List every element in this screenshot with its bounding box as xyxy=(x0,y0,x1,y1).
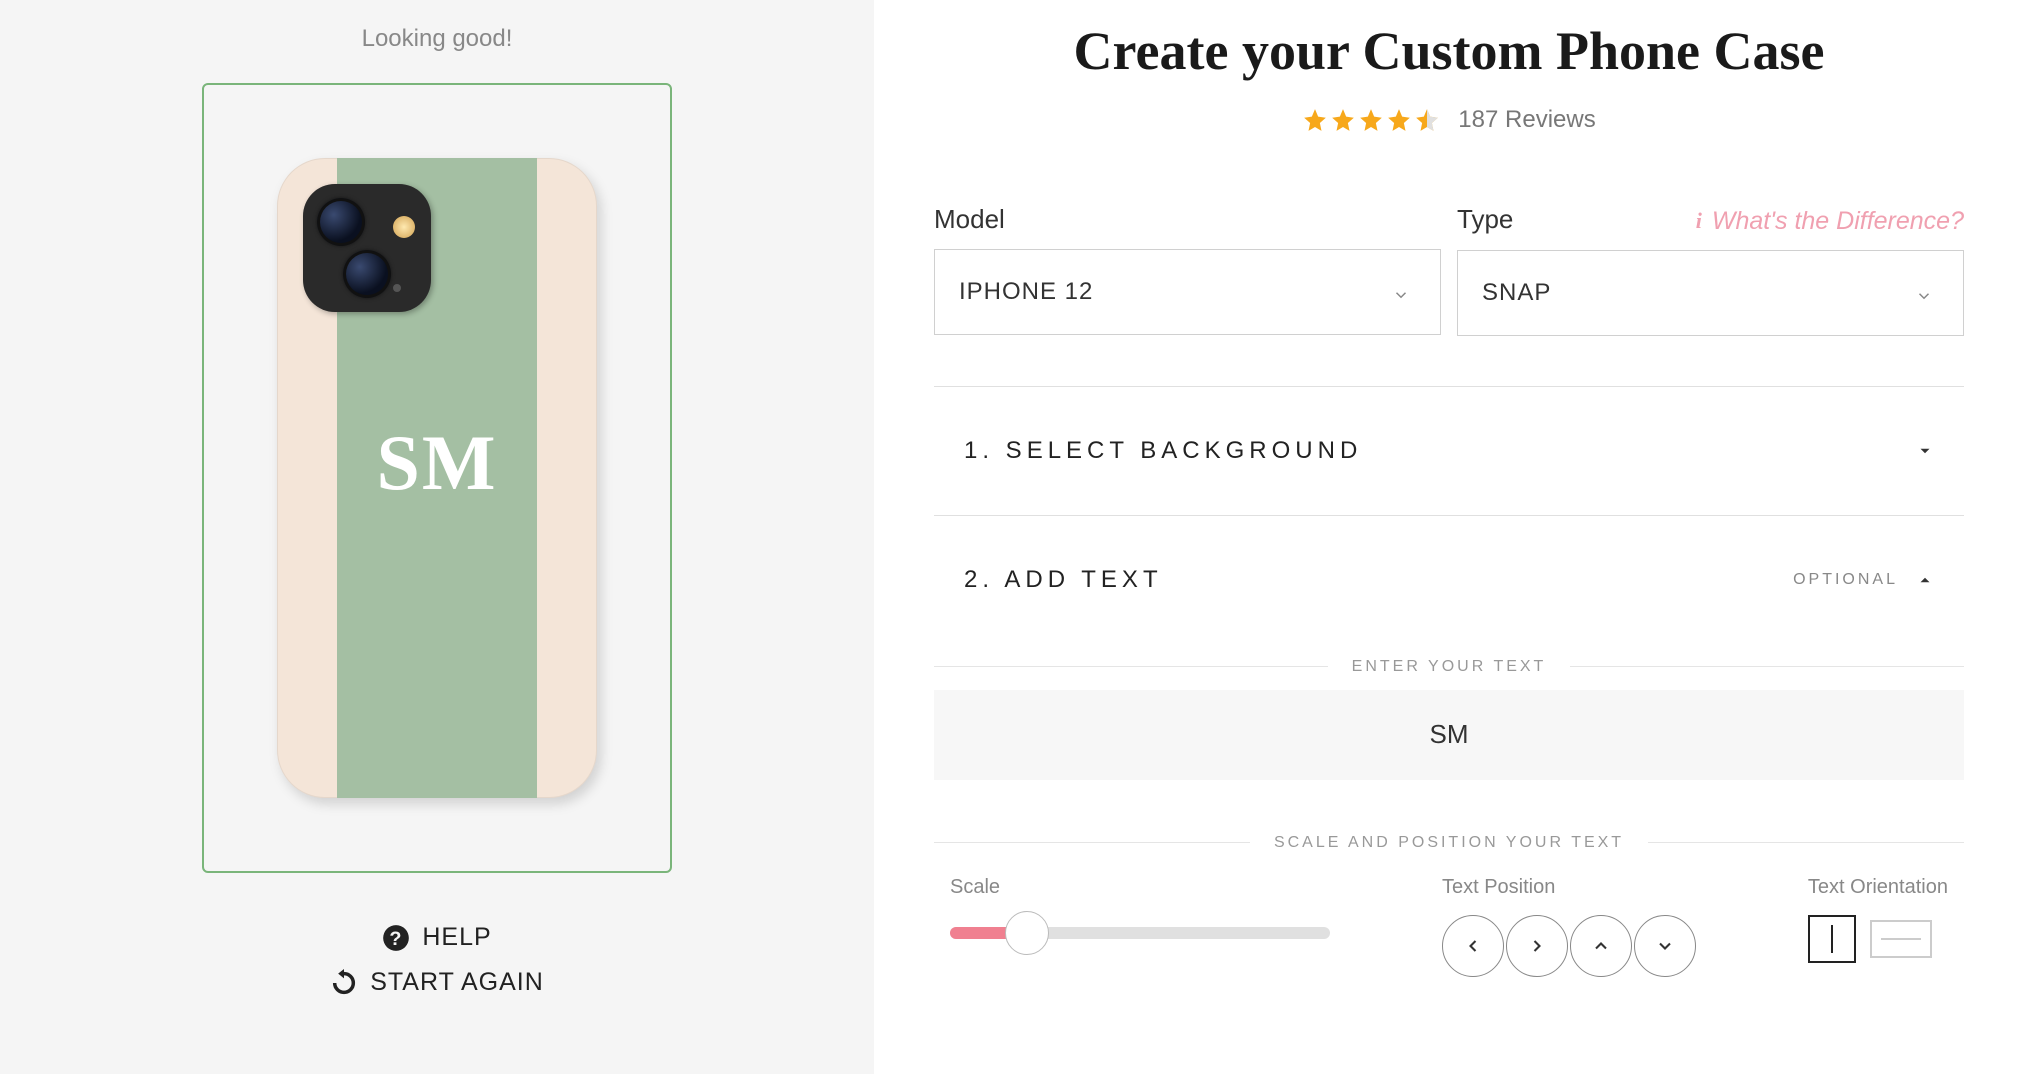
enter-text-label: ENTER YOUR TEXT xyxy=(1328,658,1571,676)
star-icon xyxy=(1386,107,1412,133)
preview-panel: Looking good! SM ? HELP START AGAIN xyxy=(0,0,874,1074)
model-select[interactable]: IPHONE 12 xyxy=(934,249,1441,335)
orientation-horizontal-button[interactable] xyxy=(1870,920,1932,958)
preview-box: SM xyxy=(202,83,672,873)
model-type-row: Model IPHONE 12 Type i What's the Differ… xyxy=(934,204,1964,336)
start-again-button[interactable]: START AGAIN xyxy=(330,968,544,997)
orientation-control: Text Orientation xyxy=(1808,876,1948,963)
position-label: Text Position xyxy=(1442,876,1696,899)
camera-bump xyxy=(303,184,431,312)
type-select[interactable]: SNAP xyxy=(1457,250,1964,336)
preview-actions: ? HELP START AGAIN xyxy=(330,923,544,997)
scale-slider[interactable] xyxy=(950,927,1330,939)
enter-text-divider: ENTER YOUR TEXT xyxy=(934,658,1964,676)
optional-tag: OPTIONAL xyxy=(1793,571,1898,589)
model-field: Model IPHONE 12 xyxy=(934,204,1441,336)
whats-difference-text: What's the Difference? xyxy=(1712,207,1964,236)
camera-lens xyxy=(343,250,391,298)
undo-icon xyxy=(330,969,358,997)
orientation-buttons xyxy=(1808,915,1948,963)
config-panel: Create your Custom Phone Case 187 Review… xyxy=(874,0,2024,1074)
model-label: Model xyxy=(934,204,1005,235)
type-value: SNAP xyxy=(1482,279,1551,307)
star-half-icon xyxy=(1414,107,1440,133)
orientation-vertical-button[interactable] xyxy=(1808,915,1856,963)
monogram-input[interactable] xyxy=(934,690,1964,780)
move-up-button[interactable] xyxy=(1570,915,1632,977)
chevron-down-icon xyxy=(1916,442,1934,460)
case-monogram: SM xyxy=(277,418,597,508)
add-text-title: 2. ADD TEXT xyxy=(964,566,1163,594)
slider-thumb[interactable] xyxy=(1005,911,1049,955)
position-buttons xyxy=(1442,915,1696,977)
vertical-line-icon xyxy=(1831,925,1833,953)
type-label: Type xyxy=(1457,204,1513,235)
star-icon xyxy=(1302,107,1328,133)
info-icon: i xyxy=(1696,208,1702,234)
horizontal-line-icon xyxy=(1881,938,1921,940)
page-title: Create your Custom Phone Case xyxy=(934,20,1964,82)
move-down-button[interactable] xyxy=(1634,915,1696,977)
reviews-row[interactable]: 187 Reviews xyxy=(934,106,1964,134)
svg-text:?: ? xyxy=(390,928,403,950)
orientation-label: Text Orientation xyxy=(1808,876,1948,899)
camera-lens xyxy=(317,198,365,246)
help-icon: ? xyxy=(382,924,410,952)
scale-control: Scale xyxy=(950,876,1330,939)
add-text-header[interactable]: 2. ADD TEXT OPTIONAL xyxy=(934,516,1964,644)
camera-flash xyxy=(393,216,415,238)
scale-position-label: SCALE AND POSITION YOUR TEXT xyxy=(1250,834,1648,852)
camera-mic xyxy=(393,284,401,292)
scale-label: Scale xyxy=(950,876,1330,899)
type-field: Type i What's the Difference? SNAP xyxy=(1457,204,1964,336)
model-value: IPHONE 12 xyxy=(959,278,1093,306)
help-button[interactable]: ? HELP xyxy=(382,923,491,952)
phone-case-preview: SM xyxy=(277,158,597,798)
review-count: 187 Reviews xyxy=(1458,106,1595,134)
select-background-title: 1. SELECT BACKGROUND xyxy=(964,437,1362,465)
help-label: HELP xyxy=(422,923,491,952)
controls-row: Scale Text Position Text Orientation xyxy=(934,876,1964,977)
start-again-label: START AGAIN xyxy=(370,968,544,997)
select-background-header[interactable]: 1. SELECT BACKGROUND xyxy=(934,387,1964,515)
chevron-down-icon xyxy=(1915,284,1933,302)
move-right-button[interactable] xyxy=(1506,915,1568,977)
star-icon xyxy=(1358,107,1384,133)
position-control: Text Position xyxy=(1442,876,1696,977)
star-rating xyxy=(1302,107,1440,133)
whats-difference-link[interactable]: i What's the Difference? xyxy=(1696,207,1964,236)
move-left-button[interactable] xyxy=(1442,915,1504,977)
scale-position-divider: SCALE AND POSITION YOUR TEXT xyxy=(934,834,1964,852)
chevron-up-icon xyxy=(1916,571,1934,589)
chevron-down-icon xyxy=(1392,283,1410,301)
star-icon xyxy=(1330,107,1356,133)
preview-status: Looking good! xyxy=(362,25,513,53)
